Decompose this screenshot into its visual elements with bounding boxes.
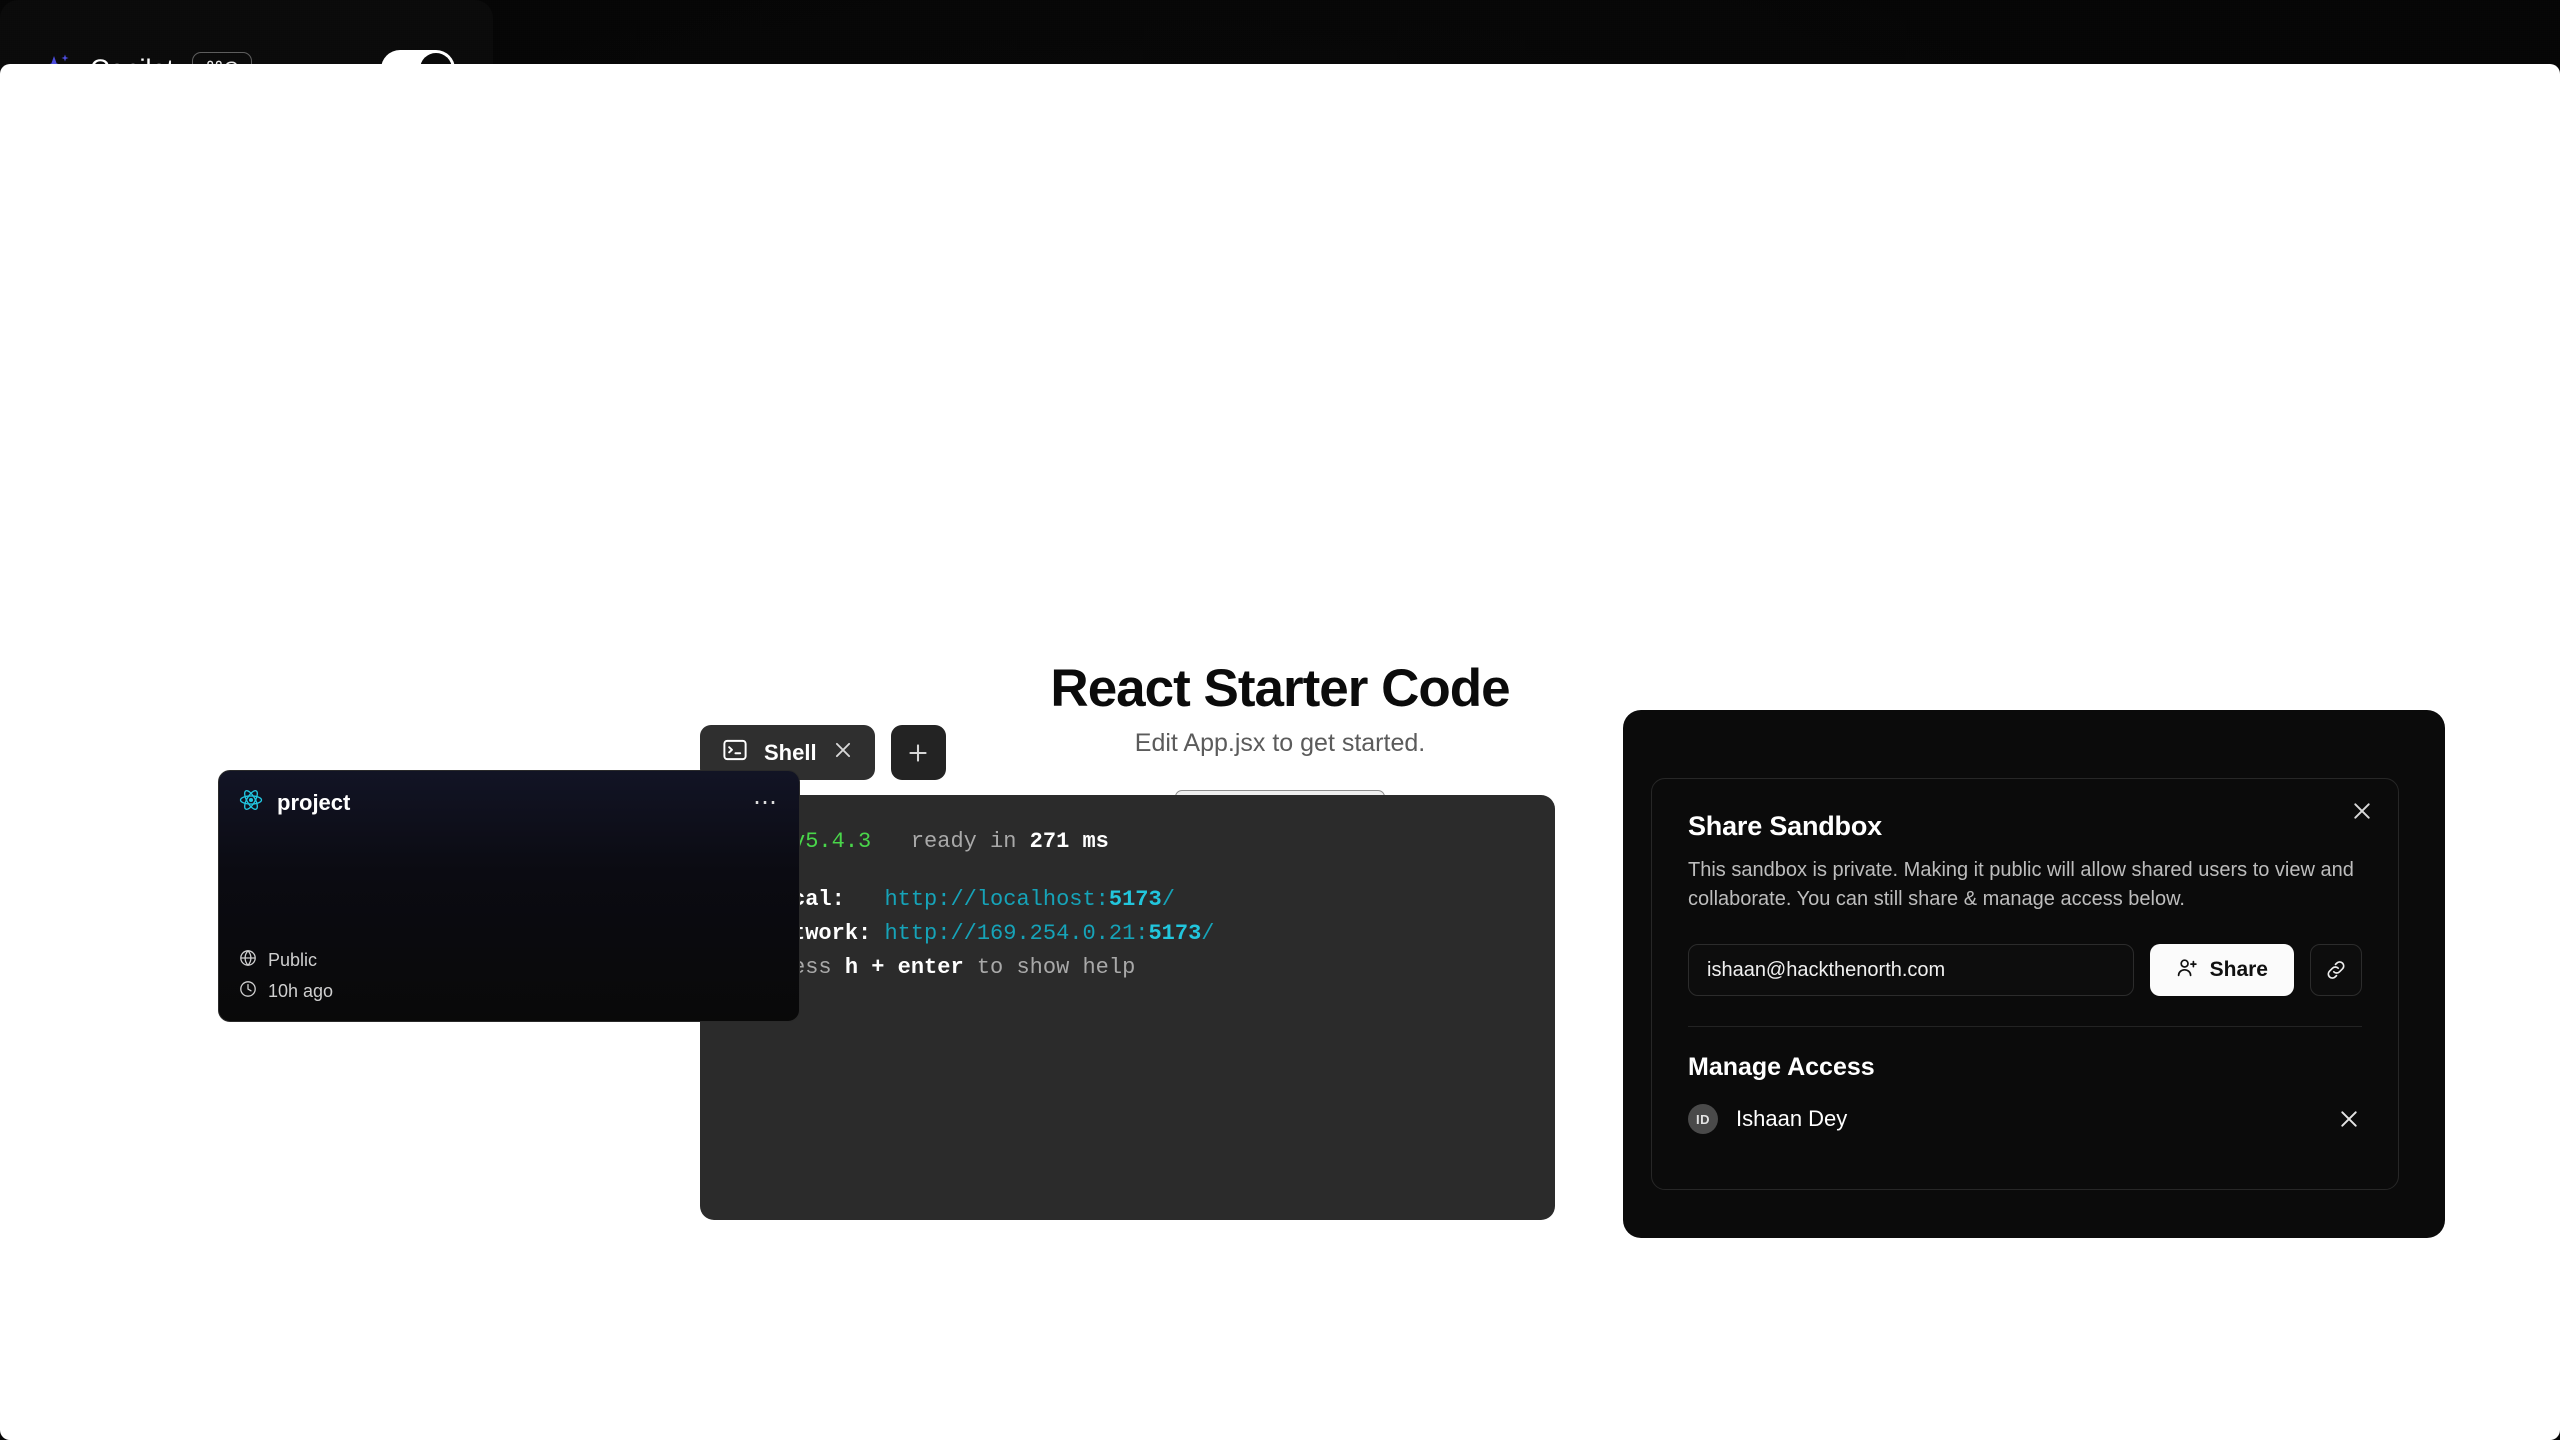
terminal-prompt: [726, 991, 1529, 1025]
vite-version: v5.4.3: [792, 829, 872, 854]
terminal-icon: [722, 737, 748, 768]
terminal-line-local: → Local: http://localhost:5173/: [726, 883, 1529, 917]
local-port: 5173: [1108, 887, 1162, 913]
globe-icon: [239, 949, 257, 972]
preview-heading: React Starter Code: [1050, 658, 1510, 718]
network-url-suffix: /: [1201, 921, 1215, 947]
avatar: ID: [1688, 1104, 1718, 1134]
close-icon[interactable]: [2348, 797, 2376, 825]
terminal-tab-label: Shell: [764, 739, 817, 765]
share-button[interactable]: Share: [2149, 944, 2294, 996]
share-sandbox-container: Share Sandbox This sandbox is private. M…: [1623, 710, 2445, 1238]
network-port: 5173: [1148, 921, 1202, 947]
project-card-meta: Public 10h ago: [239, 949, 779, 1003]
local-url-prefix[interactable]: http://localhost:: [884, 887, 1108, 912]
ready-text: ready in: [910, 829, 1017, 854]
app-root: { } newproject123 Explorer: [0, 0, 2560, 1440]
share-sandbox-modal: Share Sandbox This sandbox is private. M…: [1651, 778, 2399, 1190]
share-modal-body: Share Sandbox This sandbox is private. M…: [1652, 779, 2398, 1027]
local-url-suffix: /: [1161, 887, 1175, 913]
project-visibility-label: Public: [268, 950, 318, 970]
share-modal-title: Share Sandbox: [1688, 811, 1882, 841]
terminal-line-network: → Network: http://169.254.0.21:5173/: [726, 917, 1529, 951]
project-visibility: Public: [239, 949, 779, 972]
terminal-line-help: → press h + enter to show help: [726, 951, 1529, 985]
project-card-header: project ⋯: [239, 789, 779, 816]
access-member-name: Ishaan Dey: [1736, 1106, 1848, 1131]
divider: [1688, 1026, 2362, 1027]
terminal-output[interactable]: VITE v5.4.3 ready in 271 ms → Local: htt…: [700, 795, 1555, 1220]
project-card-name: project: [277, 789, 351, 815]
share-invite-row: Share: [1688, 944, 2362, 996]
share-button-label: Share: [2209, 958, 2268, 981]
project-updated-label: 10h ago: [268, 981, 334, 1001]
share-email-input[interactable]: [1688, 944, 2134, 996]
share-modal-description: This sandbox is private. Making it publi…: [1688, 859, 2354, 910]
link-icon[interactable]: [2310, 944, 2362, 996]
react-icon: [239, 789, 263, 816]
project-card[interactable]: project ⋯ Public 10h ago: [218, 770, 800, 1022]
help-key: h + enter: [844, 955, 964, 981]
terminal-line-vite: VITE v5.4.3 ready in 271 ms: [726, 825, 1529, 859]
preview-subtitle: Edit App.jsx to get started.: [1134, 728, 1426, 757]
network-url-prefix[interactable]: http://169.254.0.21:: [884, 921, 1148, 946]
ready-unit: ms: [1082, 829, 1109, 854]
ready-ms: 271: [1029, 829, 1070, 854]
help-suffix: to show help: [976, 955, 1136, 981]
manage-access-title: Manage Access: [1688, 1053, 1875, 1081]
user-plus-icon: [2176, 957, 2198, 984]
close-icon[interactable]: [2336, 1106, 2362, 1132]
close-icon[interactable]: [833, 740, 853, 765]
preview-panel: Preview React Starter Code Edit: [0, 64, 2560, 1440]
clock-icon: [239, 980, 257, 1003]
access-member-row: ID Ishaan Dey: [1688, 1104, 2362, 1134]
ellipsis-icon[interactable]: ⋯: [753, 790, 779, 814]
new-terminal-tab-button[interactable]: [890, 725, 946, 780]
project-updated: 10h ago: [239, 980, 779, 1003]
